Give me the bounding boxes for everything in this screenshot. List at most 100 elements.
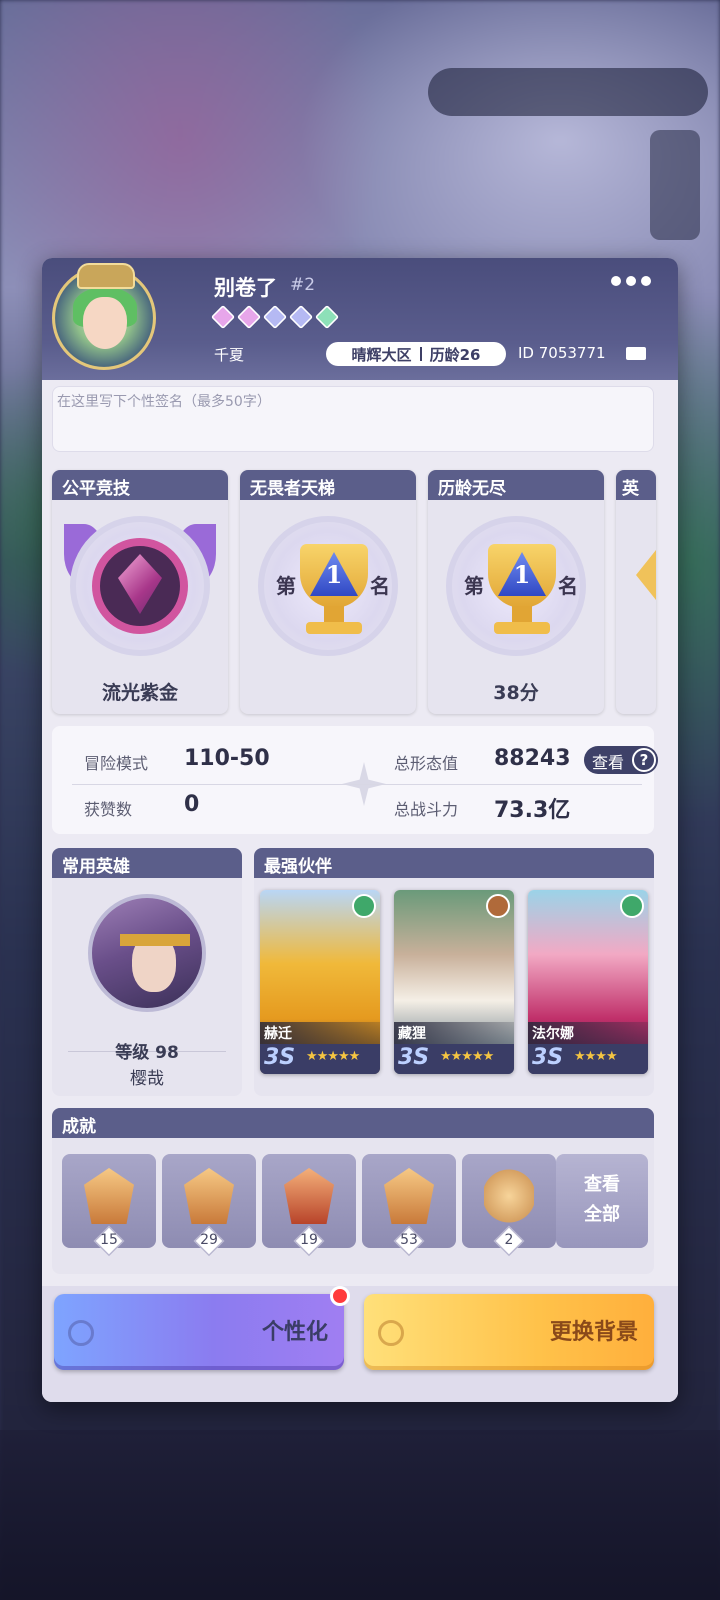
view-label: 查看 — [592, 753, 625, 772]
change-background-icon — [378, 1320, 404, 1346]
trophy-icon: 1 第 名 — [258, 516, 398, 656]
achievement-badge[interactable]: 2 — [462, 1154, 556, 1257]
card-ladder[interactable]: 无畏者天梯 1 第 名 — [240, 470, 416, 714]
rank-suffix: 名 — [558, 574, 578, 598]
element-icon — [486, 894, 510, 918]
background-side-buttons — [650, 130, 700, 240]
hero-headband — [120, 934, 190, 946]
view-all-line2: 全部 — [584, 1204, 620, 1225]
achievement-badge[interactable]: 29 — [162, 1154, 256, 1257]
partner-stars: ★★★★★ — [440, 1049, 494, 1064]
region-separator — [419, 347, 422, 361]
hero-name: 樱哉 — [130, 1069, 164, 1089]
guild-name: 千夏 — [214, 346, 245, 364]
gem-icon — [262, 304, 288, 330]
card-title: 历龄无尽 — [428, 470, 604, 500]
change-background-button[interactable]: 更换背景 — [364, 1294, 654, 1370]
gem-icon — [288, 304, 314, 330]
card-value: 流光紫金 — [101, 682, 178, 704]
achievement-badge[interactable]: 15 — [62, 1154, 156, 1257]
emblem-fragment — [636, 550, 656, 600]
partner-name: 藏狸 — [398, 1026, 426, 1042]
view-all-achievements-button[interactable]: 查看 全部 — [556, 1154, 648, 1248]
form-value: 88243 — [494, 746, 571, 771]
card-value: 38分 — [493, 682, 539, 704]
partner-card[interactable]: 赫迁 3S ★★★★★ — [260, 890, 380, 1074]
rank-number: 1 — [513, 560, 531, 589]
partner-name: 法尔娜 — [532, 1026, 574, 1042]
hero-portrait — [88, 894, 206, 1012]
element-icon — [352, 894, 376, 918]
partner-grade: 3S — [398, 1045, 430, 1070]
avatar-face — [83, 297, 127, 349]
partners-title: 最强伙伴 — [254, 848, 654, 878]
partner-stars: ★★★★ — [574, 1049, 618, 1064]
achievement-count: 15 — [100, 1232, 118, 1248]
achievement-emblem-icon — [284, 1168, 334, 1224]
achievement-badge[interactable]: 19 — [262, 1154, 356, 1257]
view-all-line1: 查看 — [584, 1174, 620, 1195]
achievement-count: 53 — [400, 1232, 418, 1248]
likes-label: 获赞数 — [84, 800, 133, 819]
card-title: 无畏者天梯 — [240, 470, 416, 500]
card-endless[interactable]: 历龄无尽 1 第 名 38分 — [428, 470, 604, 714]
player-avatar[interactable] — [52, 263, 156, 370]
help-icon[interactable]: ? — [632, 748, 656, 772]
common-hero-card[interactable]: 常用英雄 等级 98 樱哉 — [52, 848, 242, 1096]
strongest-partners: 最强伙伴 赫迁 3S ★★★★★ 藏狸 3S ★★★★★ 法尔娜 3S ★★★★ — [254, 848, 654, 1096]
partner-footer: 3S ★★★★★ — [394, 1044, 514, 1074]
age-label: 历龄26 — [429, 345, 481, 364]
signature-input[interactable]: 在这里写下个性签名（最多50字） — [52, 386, 654, 452]
rank-suffix: 名 — [370, 574, 390, 598]
rank-prefix: 第 — [276, 574, 296, 598]
form-label: 总形态值 — [394, 754, 459, 773]
achievement-count: 2 — [504, 1232, 514, 1248]
likes-value: 0 — [184, 792, 200, 817]
partner-card[interactable]: 法尔娜 3S ★★★★ — [528, 890, 648, 1074]
common-hero-title: 常用英雄 — [52, 848, 242, 878]
rank-prefix: 第 — [464, 574, 484, 598]
stats-divider — [72, 784, 642, 785]
player-name: 别卷了 — [214, 276, 277, 300]
card-partial[interactable]: 英 — [616, 470, 656, 714]
personalize-button[interactable]: 个性化 — [54, 1294, 344, 1370]
gem-icon — [314, 304, 340, 330]
region-label: 晴辉大区 — [351, 345, 412, 364]
achievement-emblem-icon — [184, 1168, 234, 1224]
achievement-emblem-icon — [84, 1168, 134, 1224]
profile-panel: 别卷了 #2 千夏 晴辉大区 历龄26 ID 7053771 在这里写下个性签名… — [42, 258, 678, 1402]
rank-number: 1 — [325, 560, 343, 589]
achievement-count: 19 — [300, 1232, 318, 1248]
partner-grade: 3S — [264, 1045, 296, 1070]
more-options-icon[interactable] — [608, 272, 654, 290]
card-title: 英 — [616, 470, 656, 500]
power-value: 73.3亿 — [494, 798, 571, 823]
partner-footer: 3S ★★★★ — [528, 1044, 648, 1074]
partner-name-bar: 赫迁 — [260, 1022, 380, 1044]
personalize-icon — [68, 1320, 94, 1346]
trophy-base — [494, 622, 550, 634]
achievement-badge[interactable]: 53 — [362, 1154, 456, 1257]
card-title: 公平竞技 — [52, 470, 228, 500]
gem-icon — [236, 304, 262, 330]
partner-name-bar: 藏狸 — [394, 1022, 514, 1044]
view-stats-button[interactable]: 查看 ? — [584, 746, 658, 774]
player-id: ID 7053771 — [518, 344, 606, 362]
region-pill: 晴辉大区 历龄26 — [326, 342, 506, 366]
personalize-label: 个性化 — [261, 1319, 328, 1345]
trophy-icon: 1 第 名 — [446, 516, 586, 656]
notification-dot — [330, 1286, 350, 1306]
stats-panel: 冒险模式 110-50 获赞数 0 总形态值 88243 总战斗力 73.3亿 … — [52, 726, 658, 834]
achievements-section: 成就 15 29 19 53 2 查看 全部 — [52, 1108, 654, 1274]
hero-level: 等级 98 — [115, 1043, 179, 1063]
achievement-emblem-icon — [384, 1168, 434, 1224]
player-tag: #2 — [290, 275, 316, 295]
power-label: 总战斗力 — [394, 800, 459, 819]
achievement-emblem-icon — [484, 1169, 534, 1223]
partner-card[interactable]: 藏狸 3S ★★★★★ — [394, 890, 514, 1074]
element-icon — [620, 894, 644, 918]
card-fair-competition[interactable]: 公平竞技 流光紫金 — [52, 470, 228, 714]
rank-gems — [210, 304, 340, 330]
copy-id-icon[interactable] — [626, 347, 646, 360]
partner-name: 赫迁 — [264, 1026, 292, 1042]
